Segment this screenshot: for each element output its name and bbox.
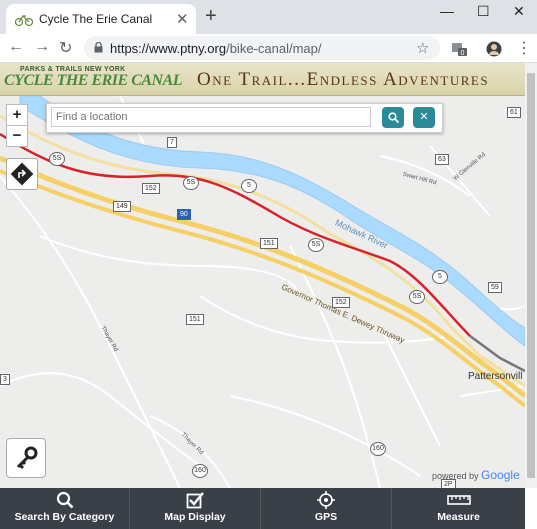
route-shield: 5S — [183, 176, 199, 190]
route-shield: 5 — [241, 179, 257, 193]
clear-search-button[interactable]: ✕ — [413, 107, 435, 128]
reload-icon[interactable]: ↻ — [59, 38, 72, 58]
route-shield: 5 — [432, 270, 448, 284]
route-shield: 5S — [49, 152, 65, 166]
route-shield: 7 — [167, 137, 177, 148]
search-icon — [56, 491, 73, 509]
browser-tab-strip: Cycle The Erie Canal ✕ + — ☐ ✕ — [0, 0, 537, 34]
browser-toolbar: ← → ↻ https://www.ptny.org/bike-canal/ma… — [0, 34, 537, 63]
zoom-out-button[interactable]: − — [6, 125, 28, 147]
tab-title: Cycle The Erie Canal — [39, 12, 153, 26]
close-icon: ✕ — [419, 111, 429, 123]
map-display-button[interactable]: Map Display — [130, 488, 261, 529]
tab-close-icon[interactable]: ✕ — [176, 10, 189, 28]
location-search-panel: ✕ — [46, 103, 443, 133]
site-tagline: One Trail...Endless Adventures — [197, 69, 490, 90]
route-shield: 5S — [409, 290, 425, 304]
route-shield: 151 — [260, 238, 278, 249]
route-shield: 59 — [488, 282, 502, 293]
extension-icon[interactable]: 0 — [450, 41, 468, 57]
url-text: https://www.ptny.org/bike-canal/map/ — [110, 41, 322, 56]
new-tab-icon[interactable]: + — [205, 5, 217, 28]
bike-favicon-icon — [15, 15, 33, 27]
site-logo[interactable]: CYCLE THE ERIE CANAL — [4, 72, 183, 90]
key-icon — [16, 446, 38, 470]
location-search-input[interactable] — [51, 107, 371, 127]
map-canvas[interactable]: Mohawk River Governor Thomas E. Dewey Th… — [0, 96, 525, 488]
directions-icon — [10, 162, 34, 186]
route-shield: 3 — [0, 374, 10, 385]
bottom-nav-bar: Search By Category Map Display GPS Measu… — [0, 488, 525, 529]
pattersonville-label: Pattersonvill — [468, 371, 523, 382]
legend-key-button[interactable] — [6, 438, 46, 478]
lock-icon — [94, 42, 103, 53]
directions-button[interactable] — [6, 158, 38, 190]
gps-button[interactable]: GPS — [261, 488, 392, 529]
crosshair-icon — [317, 491, 335, 509]
measure-button[interactable]: Measure — [392, 488, 525, 529]
checkbox-icon — [186, 492, 204, 509]
site-banner: PARKS & TRAILS NEW YORK CYCLE THE ERIE C… — [0, 63, 525, 96]
back-icon[interactable]: ← — [8, 38, 24, 56]
maximize-icon[interactable]: ☐ — [477, 3, 490, 20]
browser-tab[interactable]: Cycle The Erie Canal ✕ — [6, 4, 196, 34]
svg-text:0: 0 — [461, 50, 465, 57]
bookmark-star-icon[interactable]: ☆ — [416, 39, 429, 57]
search-by-category-button[interactable]: Search By Category — [0, 488, 130, 529]
route-shield: 63 — [435, 154, 449, 165]
window-close-icon[interactable]: ✕ — [513, 3, 525, 20]
scrollbar-thumb[interactable] — [527, 73, 535, 478]
route-shield: 151 — [186, 314, 204, 325]
route-shield: 149 — [113, 201, 131, 212]
zoom-in-button[interactable]: + — [6, 104, 28, 126]
route-shield: 152 — [142, 183, 160, 194]
profile-avatar-icon[interactable] — [486, 41, 502, 57]
minimize-icon[interactable]: — — [440, 3, 454, 19]
route-shield: 152 — [332, 297, 350, 308]
address-bar[interactable]: https://www.ptny.org/bike-canal/map/ ☆ — [84, 36, 440, 60]
route-shield: 160 — [370, 442, 386, 456]
route-shield: 61 — [507, 107, 521, 118]
interstate-shield: 90 — [177, 209, 191, 220]
search-icon — [387, 112, 399, 124]
powered-by-google: powered by Google — [432, 468, 520, 482]
search-button[interactable] — [382, 107, 404, 128]
forward-icon[interactable]: → — [34, 38, 50, 56]
menu-kebab-icon[interactable]: ⋮ — [516, 38, 532, 58]
route-shield: 5S — [308, 238, 324, 252]
page-scrollbar[interactable] — [525, 63, 537, 488]
route-shield: 160 — [192, 464, 208, 478]
ruler-icon — [446, 495, 471, 505]
